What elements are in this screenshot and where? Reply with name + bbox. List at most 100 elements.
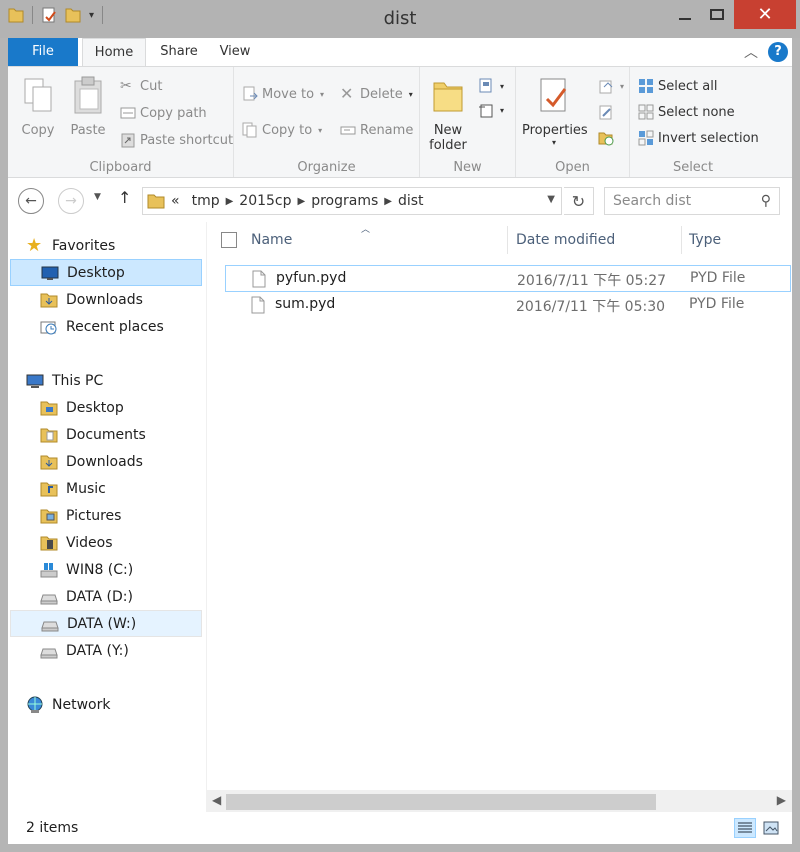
- minimize-ribbon-icon[interactable]: ︿: [744, 42, 758, 62]
- nav-this-pc[interactable]: This PC: [26, 367, 218, 394]
- file-date: 2016/7/11 下午 05:30: [516, 299, 666, 315]
- chevron-down-icon[interactable]: ▼: [547, 194, 555, 205]
- easy-access-button[interactable]: ▾: [478, 99, 504, 121]
- tab-file[interactable]: File: [8, 38, 78, 66]
- address-bar[interactable]: « tmp ▶ 2015cp ▶ programs ▶ dist ▼: [142, 187, 562, 215]
- nav-pc-desktop[interactable]: Desktop: [10, 394, 202, 421]
- tab-share[interactable]: Share: [154, 38, 204, 66]
- overflow-chevron[interactable]: «: [171, 193, 180, 209]
- forward-button[interactable]: →: [58, 188, 84, 214]
- desktop-folder-icon: [40, 401, 58, 415]
- videos-folder-icon: [40, 536, 58, 550]
- file-list: ︿ Name Date modified Type pyfun.pyd 2016…: [206, 222, 792, 790]
- chevron-right-icon[interactable]: ▶: [384, 196, 392, 207]
- arrow-left-icon: ←: [25, 193, 37, 209]
- invert-selection-icon: [638, 130, 654, 146]
- table-row[interactable]: sum.pyd 2016/7/11 下午 05:30 PYD File: [225, 292, 791, 319]
- rename-icon: [340, 126, 356, 135]
- dropdown-arrow-icon: ▾: [620, 81, 625, 91]
- select-all-button[interactable]: Select all: [638, 75, 717, 97]
- minimize-icon: [679, 17, 691, 20]
- nav-pc-drive-c[interactable]: WIN8 (C:): [10, 556, 202, 583]
- organize-group: Move to ▾ Copy to ▾ ✕ Delete ▾ Rename Organ…: [234, 67, 420, 177]
- dropdown-arrow-icon: ▾: [500, 105, 505, 115]
- large-icons-view-button[interactable]: [760, 818, 782, 838]
- paste-button[interactable]: Paste: [68, 75, 108, 138]
- chevron-right-icon[interactable]: ▶: [226, 196, 234, 207]
- properties-button[interactable]: Properties ▾: [522, 75, 588, 147]
- cut-button[interactable]: ✂ Cut: [120, 75, 162, 97]
- dropdown-arrow-icon: ▾: [318, 125, 323, 135]
- scroll-right-icon[interactable]: ▶: [777, 793, 786, 807]
- table-row[interactable]: pyfun.pyd 2016/7/11 下午 05:27 PYD File: [225, 265, 791, 292]
- copy-to-button[interactable]: Copy to ▾: [242, 119, 322, 141]
- scroll-left-icon[interactable]: ◀: [212, 793, 221, 807]
- scissors-icon: ✂: [120, 78, 132, 94]
- nav-pc-videos[interactable]: Videos: [10, 529, 202, 556]
- organize-group-label: Organize: [297, 160, 356, 175]
- copy-label: Copy: [21, 123, 55, 138]
- easy-access-icon: [479, 104, 493, 118]
- nav-pc-drive-y[interactable]: DATA (Y:): [10, 637, 202, 664]
- new-folder-icon: [433, 82, 463, 112]
- tab-view[interactable]: View: [212, 38, 258, 66]
- paste-shortcut-button[interactable]: Paste shortcut: [120, 129, 233, 151]
- nav-label: Downloads: [66, 291, 143, 308]
- column-header-date[interactable]: Date modified: [516, 222, 615, 258]
- move-to-button[interactable]: Move to ▾: [242, 83, 324, 105]
- nav-fav-desktop[interactable]: Desktop: [10, 259, 202, 286]
- paste-shortcut-label: Paste shortcut: [140, 132, 234, 148]
- column-divider[interactable]: [507, 226, 508, 254]
- nav-pc-drive-w[interactable]: DATA (W:): [10, 610, 202, 637]
- delete-label: Delete: [360, 86, 403, 102]
- breadcrumb-item[interactable]: dist: [398, 193, 424, 209]
- tab-home[interactable]: Home: [82, 38, 146, 66]
- help-icon[interactable]: ?: [768, 42, 788, 62]
- move-to-label: Move to: [262, 86, 315, 102]
- properties-icon: [540, 78, 567, 112]
- copy-icon: [24, 78, 52, 112]
- open-button[interactable]: ▾: [598, 75, 624, 97]
- nav-label: DATA (W:): [67, 615, 137, 632]
- rename-button[interactable]: Rename: [340, 119, 413, 141]
- up-button[interactable]: ↑: [118, 188, 131, 207]
- select-all-checkbox[interactable]: [221, 232, 237, 248]
- nav-pc-documents[interactable]: Documents: [10, 421, 202, 448]
- new-folder-button[interactable]: New folder: [426, 75, 470, 153]
- select-group: Select all Select none Invert selection …: [630, 67, 759, 177]
- nav-pc-drive-d[interactable]: DATA (D:): [10, 583, 202, 610]
- chevron-right-icon[interactable]: ▶: [298, 196, 306, 207]
- breadcrumb-item[interactable]: programs: [311, 193, 378, 209]
- recent-locations-dropdown[interactable]: ▼: [94, 192, 101, 202]
- nav-favorites[interactable]: ★ Favorites: [26, 232, 218, 259]
- breadcrumb-item[interactable]: 2015cp: [239, 193, 291, 209]
- details-view-button[interactable]: [734, 818, 756, 838]
- search-input[interactable]: Search dist ⚲: [604, 187, 780, 215]
- nav-network[interactable]: Network: [26, 691, 218, 718]
- breadcrumb-item[interactable]: tmp: [192, 193, 220, 209]
- nav-fav-downloads[interactable]: Downloads: [10, 286, 202, 313]
- delete-button[interactable]: ✕ Delete ▾: [340, 83, 413, 105]
- nav-pc-music[interactable]: Music: [10, 475, 202, 502]
- history-button[interactable]: [598, 127, 614, 149]
- copy-button[interactable]: Copy: [18, 75, 58, 138]
- copy-path-button[interactable]: Copy path: [120, 102, 207, 124]
- close-button[interactable]: ✕: [734, 0, 796, 29]
- invert-selection-button[interactable]: Invert selection: [638, 127, 759, 149]
- nav-fav-recent-places[interactable]: Recent places: [10, 313, 202, 340]
- new-item-button[interactable]: ▾: [478, 75, 504, 97]
- nav-pc-pictures[interactable]: Pictures: [10, 502, 202, 529]
- back-button[interactable]: ←: [18, 188, 44, 214]
- horizontal-scrollbar[interactable]: ◀ ▶: [206, 790, 792, 812]
- scrollbar-thumb[interactable]: [226, 794, 656, 810]
- new-group-label: New: [453, 160, 482, 175]
- search-icon: ⚲: [760, 193, 771, 209]
- select-none-button[interactable]: Select none: [638, 101, 735, 123]
- star-icon: ★: [26, 234, 43, 256]
- refresh-button[interactable]: ↻: [564, 187, 594, 215]
- column-header-type[interactable]: Type: [689, 222, 721, 258]
- edit-button[interactable]: [598, 101, 614, 123]
- column-divider[interactable]: [681, 226, 682, 254]
- nav-pc-downloads[interactable]: Downloads: [10, 448, 202, 475]
- column-header-name[interactable]: Name: [251, 222, 292, 258]
